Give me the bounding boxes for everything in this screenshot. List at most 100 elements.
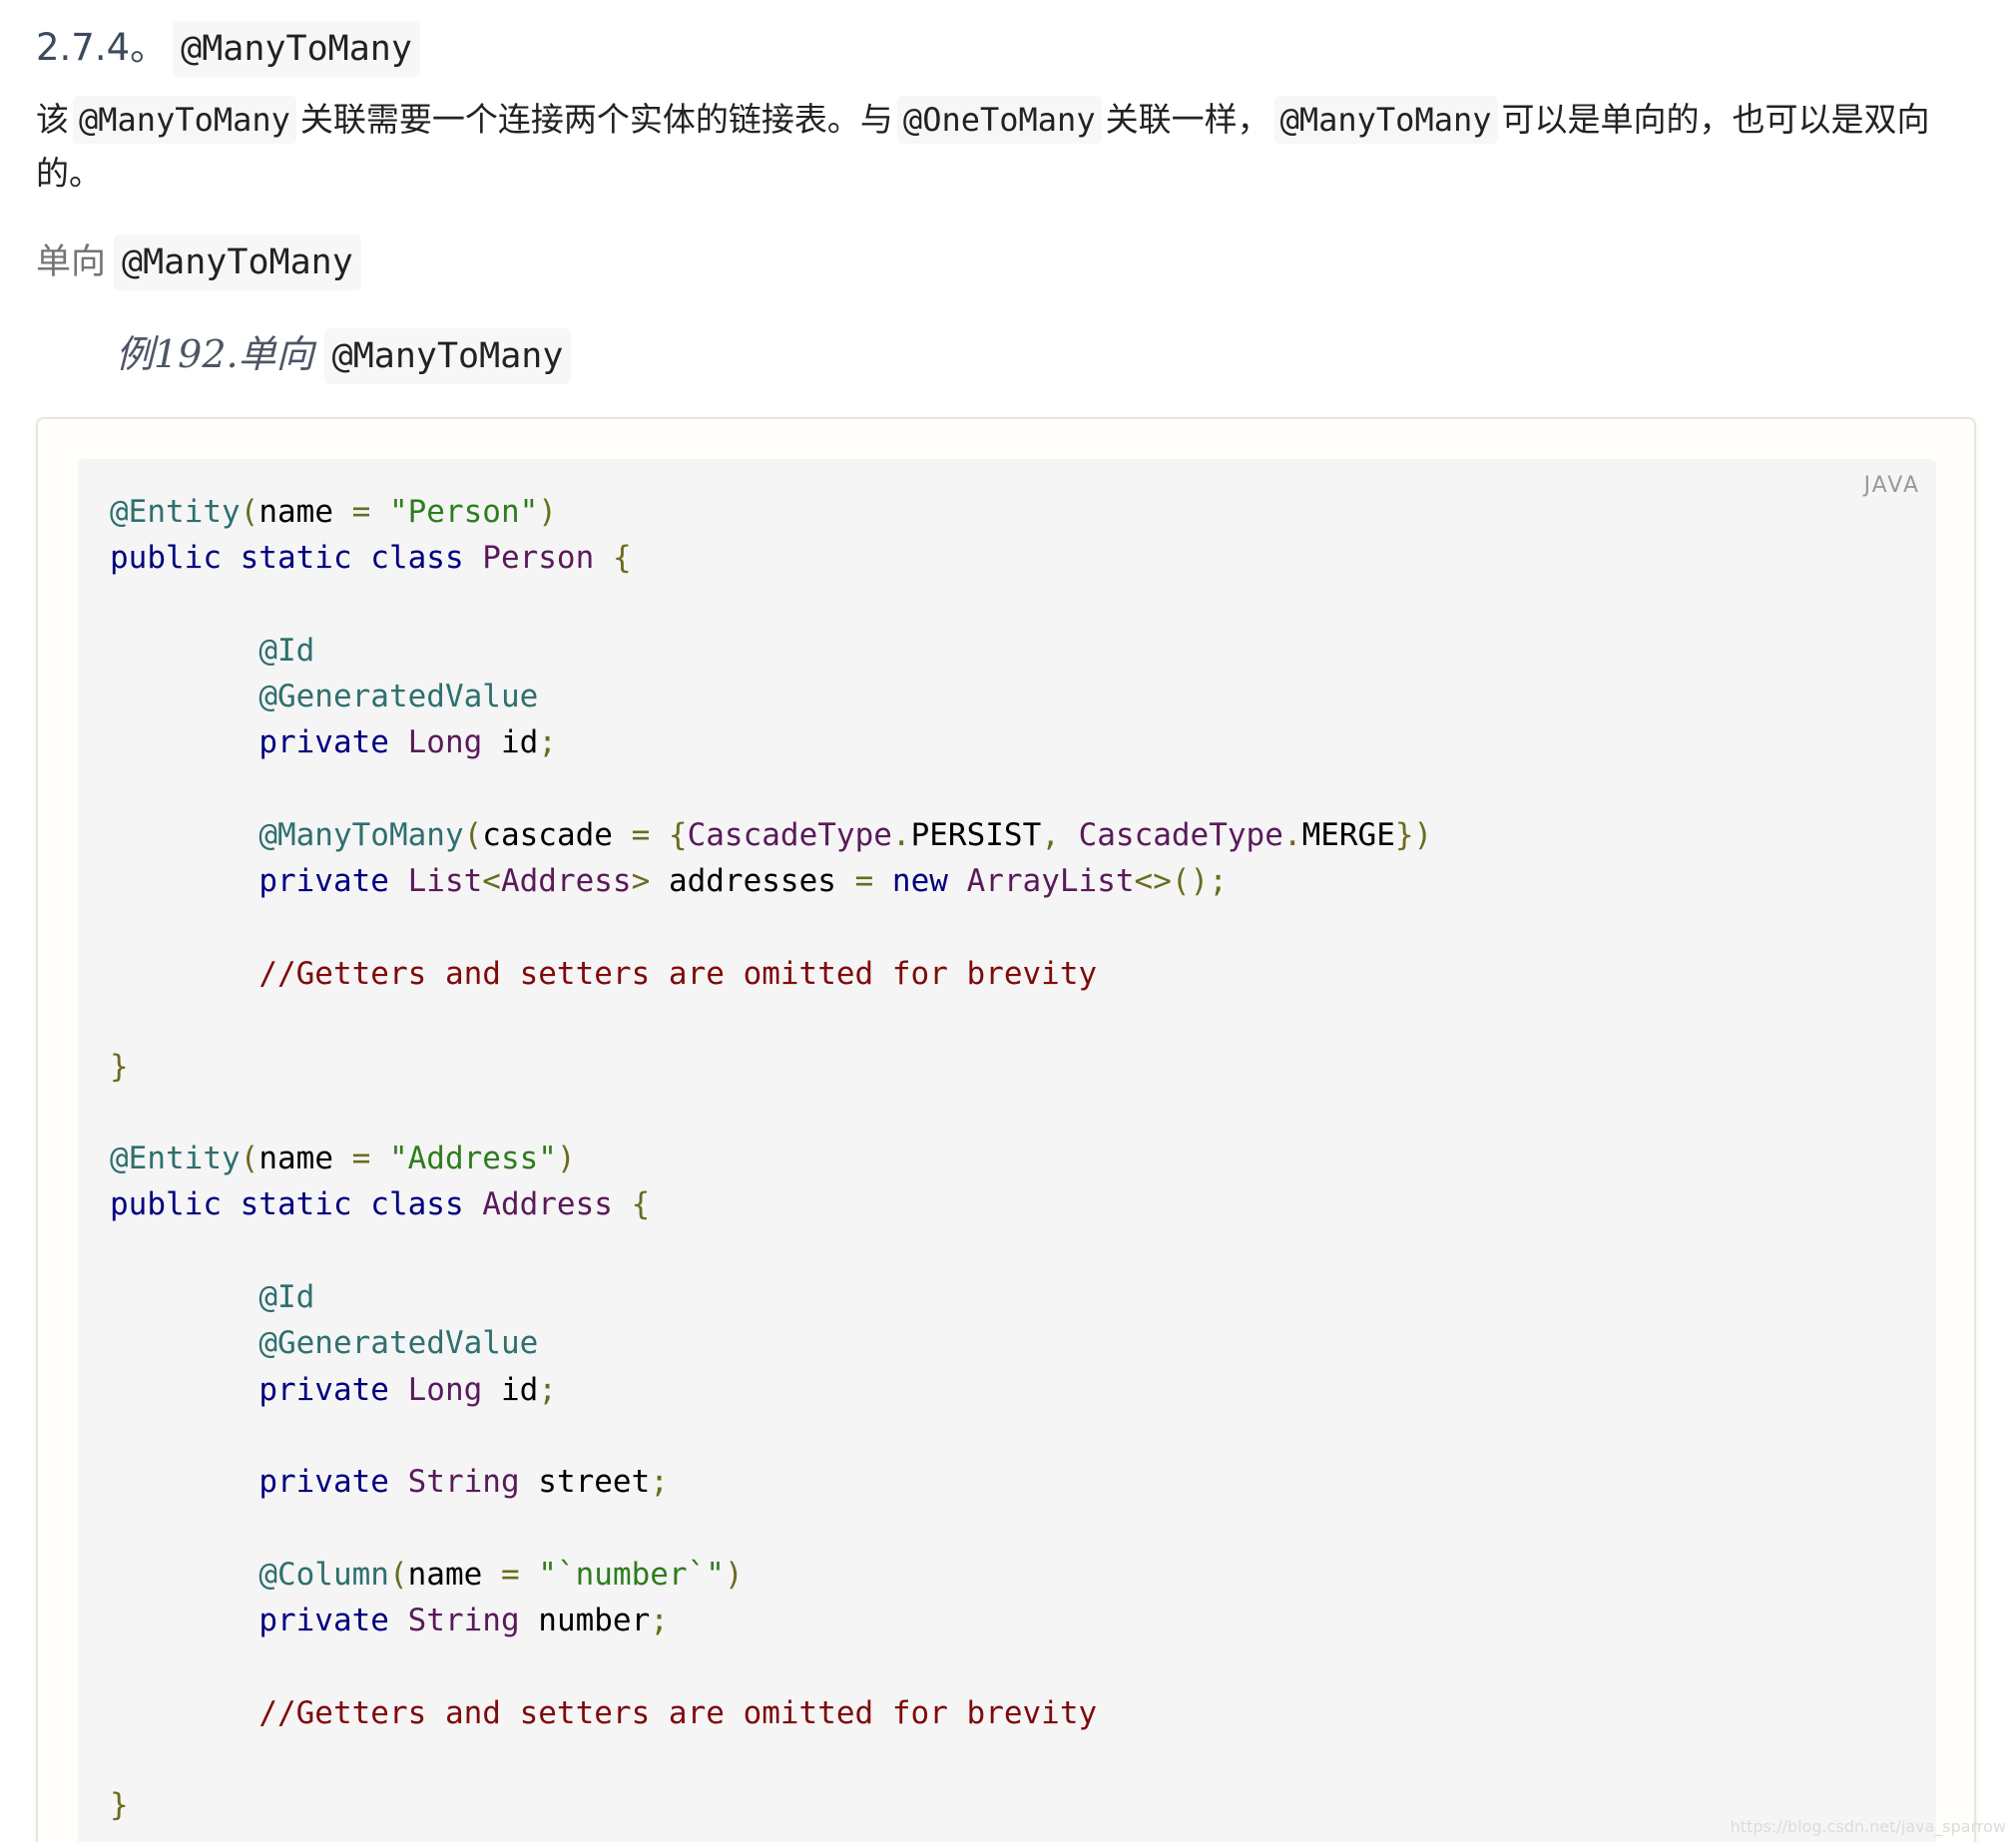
code-token: @Column (258, 1556, 389, 1593)
intro-text-3: 关联一样， (1105, 100, 1270, 139)
code-token: ) (538, 494, 557, 530)
example-block: JAVA @Entity(name = "Person") public stat… (36, 417, 1976, 1842)
code-token: @Id (258, 632, 315, 669)
code-token: ; (650, 1464, 669, 1501)
code-token: id (500, 1371, 539, 1408)
subheading: 单向 @ManyToMany (36, 232, 361, 292)
code-line: @GeneratedValue (110, 1320, 1432, 1366)
code-token: { (612, 540, 632, 577)
code-line: private String street; (110, 1459, 1432, 1505)
section-heading: 2.7.4。 @ManyToMany (36, 18, 420, 78)
code-token: ArrayList (966, 863, 1135, 900)
code-line: public static class Address { (110, 1181, 1432, 1227)
code-token: > (631, 863, 669, 900)
code-token: street (538, 1464, 651, 1501)
code-token: Address (500, 863, 632, 900)
code-token: }) (1394, 817, 1433, 854)
watermark: https://blog.csdn.net/java_sparrow (1730, 1817, 2006, 1836)
code-line: private Long id; (110, 719, 1432, 765)
code-token: = (854, 863, 892, 900)
code-line: private Long id; (110, 1367, 1432, 1413)
code-token: ( (240, 494, 259, 530)
code-token: private (258, 724, 408, 761)
code-token: name (407, 1556, 501, 1593)
code-token: <>(); (1134, 863, 1228, 900)
example-title-code: @ManyToMany (323, 328, 572, 384)
example-title-text: 例192.单向 (116, 332, 314, 376)
code-token: Person (482, 540, 613, 577)
code-token: @GeneratedValue (258, 679, 539, 715)
subheading-code: @ManyToMany (114, 234, 361, 290)
code-line: } (110, 1782, 1432, 1828)
intro-code-onetomany: @OneToMany (896, 96, 1102, 144)
code-listing[interactable]: JAVA @Entity(name = "Person") public stat… (78, 459, 1936, 1842)
intro-text-2: 关联需要一个连接两个实体的链接表。与 (299, 100, 893, 139)
intro-text-1: 该 (36, 100, 69, 139)
code-token: . (891, 817, 911, 854)
code-token: public static class (110, 1186, 483, 1223)
code-token: ( (240, 1141, 259, 1177)
code-token: name (258, 494, 352, 530)
code-token: private (258, 1371, 408, 1408)
code-token: ) (724, 1556, 744, 1593)
code-line: private List<Address> addresses = new Ar… (110, 858, 1432, 904)
code-token: = (500, 1556, 539, 1593)
code-token: @Entity (110, 1141, 241, 1177)
code-line: //Getters and setters are omitted for br… (110, 1690, 1432, 1736)
code-token: CascadeType (687, 817, 892, 854)
code-token: List (407, 863, 483, 900)
code-line: } (110, 1044, 1432, 1090)
code-token: ; (538, 1371, 557, 1408)
subheading-label: 单向 (36, 242, 107, 282)
code-line: @Entity(name = "Address") (110, 1136, 1432, 1181)
code-token: ( (463, 817, 483, 854)
code-token: "`number`" (538, 1556, 725, 1593)
code-token: private (258, 863, 408, 900)
code-token: CascadeType (1078, 817, 1283, 854)
code-token: number (538, 1603, 651, 1639)
code-token: public static class (110, 540, 483, 577)
code-token: MERGE (1301, 817, 1395, 854)
code-token: //Getters and setters are omitted for br… (258, 955, 1098, 992)
code-line: //Getters and setters are omitted for br… (110, 951, 1432, 997)
code-line: @ManyToMany(cascade = {CascadeType.PERSI… (110, 812, 1432, 858)
code-token: addresses (668, 863, 855, 900)
code-token: private (258, 1464, 408, 1501)
code-line: @Column(name = "`number`") (110, 1552, 1432, 1598)
code-token: ( (388, 1556, 408, 1593)
code-token: < (482, 863, 501, 900)
code-token: id (500, 724, 539, 761)
code-line: @Entity(name = "Person") (110, 489, 1432, 535)
code-token: Address (482, 1186, 632, 1223)
code-token: = (351, 1141, 389, 1177)
code-token: . (1282, 817, 1302, 854)
code-line: public static class Person { (110, 535, 1432, 581)
code-token: "Address" (388, 1141, 557, 1177)
code-token: "Person" (388, 494, 539, 530)
code-line: @Id (110, 1274, 1432, 1320)
code-token: private (258, 1603, 408, 1639)
code-token: } (110, 1048, 129, 1085)
code-token: String (407, 1464, 539, 1501)
code-token: = (351, 494, 389, 530)
code-token: , (1041, 817, 1079, 854)
section-number: 2.7.4。 (36, 26, 168, 69)
language-label: JAVA (1863, 473, 1920, 498)
